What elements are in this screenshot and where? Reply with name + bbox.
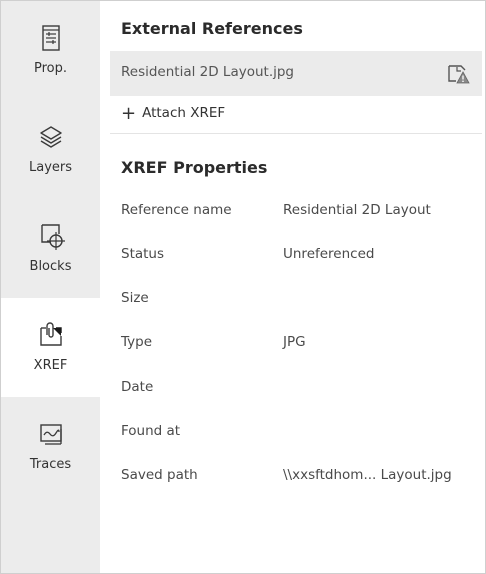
divider bbox=[110, 133, 482, 134]
xref-list-item[interactable]: Residential 2D Layout.jpg bbox=[110, 51, 482, 96]
sidebar-item-xref[interactable]: XREF bbox=[1, 298, 100, 397]
sidebar-item-label: Prop. bbox=[33, 61, 67, 76]
sidebar-item-layers[interactable]: Layers bbox=[1, 100, 100, 199]
blocks-icon bbox=[41, 224, 65, 250]
property-label: Found at bbox=[121, 423, 181, 439]
property-value: \\xxsftdhom... Layout.jpg bbox=[283, 467, 452, 483]
property-value: Residential 2D Layout bbox=[283, 202, 431, 218]
xref-icon bbox=[40, 322, 62, 346]
xref-properties-title: XREF Properties bbox=[121, 158, 268, 177]
property-value: JPG bbox=[283, 334, 306, 350]
sidebar-item-label: Layers bbox=[28, 160, 73, 175]
property-row-date: Date bbox=[121, 379, 481, 399]
sidebar-item-blocks[interactable]: Blocks bbox=[1, 199, 100, 298]
external-references-title: External References bbox=[121, 19, 303, 38]
property-row-size: Size bbox=[121, 290, 481, 310]
sidebar-item-traces[interactable]: Traces bbox=[1, 397, 100, 496]
attach-xref-label: Attach XREF bbox=[142, 105, 226, 121]
attach-xref-button[interactable]: + Attach XREF bbox=[121, 105, 225, 127]
property-row-saved-path: Saved path \\xxsftdhom... Layout.jpg bbox=[121, 467, 481, 487]
property-value: Unreferenced bbox=[283, 246, 375, 262]
plus-icon: + bbox=[121, 103, 137, 124]
traces-icon bbox=[40, 424, 62, 445]
property-row-status: Status Unreferenced bbox=[121, 246, 481, 266]
layers-icon bbox=[40, 126, 62, 148]
property-row-found-at: Found at bbox=[121, 423, 481, 443]
property-label: Saved path bbox=[121, 467, 198, 483]
property-label: Status bbox=[121, 246, 165, 262]
xref-main-panel: External References Residential 2D Layou… bbox=[100, 1, 485, 573]
sidebar-item-label: XREF bbox=[33, 358, 68, 373]
property-row-type: Type JPG bbox=[121, 334, 481, 354]
properties-icon bbox=[42, 25, 60, 51]
property-label: Date bbox=[121, 379, 154, 395]
property-label: Size bbox=[121, 290, 149, 306]
unreferenced-warning-icon bbox=[448, 65, 470, 84]
property-row-reference-name: Reference name Residential 2D Layout bbox=[121, 202, 481, 222]
xref-file-name: Residential 2D Layout.jpg bbox=[121, 64, 295, 80]
sidebar-item-label: Traces bbox=[29, 457, 72, 472]
xref-panel-window: Prop. Layers Blocks XREF Traces External… bbox=[0, 0, 486, 574]
sidebar: Prop. Layers Blocks XREF Traces bbox=[1, 1, 100, 573]
sidebar-item-label: Blocks bbox=[29, 259, 72, 274]
sidebar-item-prop[interactable]: Prop. bbox=[1, 1, 100, 100]
property-label: Type bbox=[121, 334, 153, 350]
property-label: Reference name bbox=[121, 202, 232, 218]
